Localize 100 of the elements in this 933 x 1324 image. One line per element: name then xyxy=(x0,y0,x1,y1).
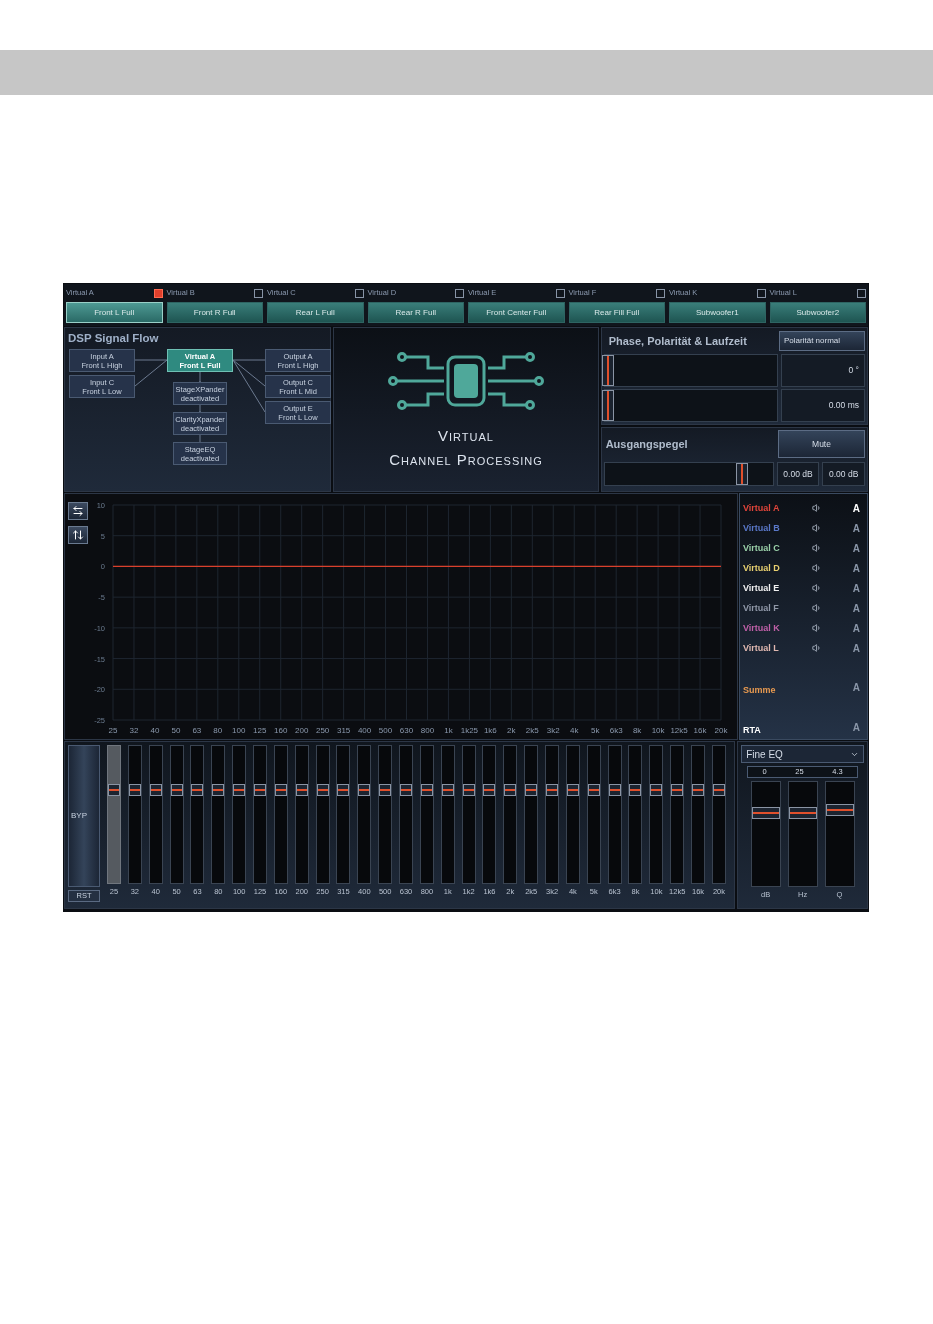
channel-tab[interactable]: Subwoofer1 xyxy=(669,302,766,323)
auto-toggle[interactable]: A xyxy=(852,580,860,596)
slider-thumb[interactable] xyxy=(602,390,615,421)
mode-dropdown[interactable]: Fine EQ xyxy=(741,745,864,763)
channel-name[interactable]: Summe xyxy=(743,684,776,695)
tick-label: 50 xyxy=(171,726,181,735)
channel-name[interactable]: Virtual F xyxy=(743,603,779,614)
channel-checkbox[interactable] xyxy=(555,288,565,298)
slider-thumb[interactable] xyxy=(128,783,141,796)
speaker-icon[interactable] xyxy=(812,543,823,554)
tick-label: 3k2 xyxy=(546,726,560,735)
channel-checkbox[interactable] xyxy=(455,288,464,298)
tick-label: 1k25 xyxy=(460,726,479,735)
slider-thumb[interactable] xyxy=(254,783,266,796)
speaker-icon[interactable] xyxy=(812,583,823,594)
value-readout: 0.00 dB xyxy=(776,462,820,486)
panel-title: Phase, Polarität & Laufzeit xyxy=(607,333,747,349)
slider-thumb[interactable] xyxy=(546,783,559,796)
slider-thumb[interactable] xyxy=(587,783,600,796)
slider-thumb[interactable] xyxy=(629,783,642,796)
auto-toggle[interactable]: A xyxy=(852,540,860,556)
slider-thumb[interactable] xyxy=(566,783,579,796)
slider-thumb[interactable] xyxy=(316,783,329,796)
tick-label: 32 xyxy=(129,726,139,735)
channel-name[interactable]: Virtual A xyxy=(743,503,780,513)
channel-tab[interactable]: Front L Full xyxy=(66,302,163,323)
slider-thumb[interactable] xyxy=(525,783,538,796)
slider-thumb[interactable] xyxy=(441,783,454,796)
mute-button[interactable]: Mute xyxy=(778,430,865,458)
channel-checkbox[interactable] xyxy=(254,288,263,298)
slider-thumb[interactable] xyxy=(337,783,350,796)
channel-tab[interactable]: Front R Full xyxy=(166,302,263,323)
auto-toggle[interactable]: A xyxy=(852,640,860,656)
speaker-icon[interactable] xyxy=(812,563,823,574)
channel-checkbox[interactable] xyxy=(857,288,866,298)
tick-label: 10k xyxy=(651,726,665,735)
auto-toggle[interactable]: A xyxy=(852,520,860,536)
slider-thumb[interactable] xyxy=(483,783,496,796)
slider-thumb[interactable] xyxy=(379,783,392,796)
horizontal-zoom-button[interactable] xyxy=(68,502,88,520)
channel-name[interactable]: Virtual L xyxy=(743,643,779,654)
speaker-icon[interactable] xyxy=(812,623,823,634)
slider-thumb[interactable] xyxy=(295,783,308,796)
tick-label: 2k xyxy=(507,726,516,735)
slider-thumb[interactable] xyxy=(420,783,433,796)
slider-thumb[interactable] xyxy=(650,783,663,796)
slider-thumb[interactable] xyxy=(149,783,162,796)
polarity-button[interactable]: Polarität normal xyxy=(779,331,865,351)
bypass-button[interactable]: BYP xyxy=(68,745,100,887)
channel-name[interactable]: Virtual D xyxy=(743,563,780,574)
slider-thumb[interactable] xyxy=(212,783,225,796)
channel-name[interactable]: Virtual C xyxy=(743,543,780,554)
slider-thumb[interactable] xyxy=(233,783,246,796)
channel-tab[interactable]: Front Center Full xyxy=(468,302,565,323)
slider-thumb[interactable] xyxy=(504,783,517,796)
slider-thumb[interactable] xyxy=(736,463,749,485)
slider-thumb[interactable] xyxy=(602,355,615,386)
slider-thumb[interactable] xyxy=(671,783,684,796)
auto-toggle[interactable]: A xyxy=(852,719,860,735)
channel-checkbox[interactable] xyxy=(354,288,364,298)
channel-name[interactable]: Virtual E xyxy=(743,583,780,594)
auto-toggle[interactable]: A xyxy=(852,600,860,616)
channel-checkbox[interactable] xyxy=(756,288,766,298)
slider-thumb[interactable] xyxy=(274,783,287,796)
slider-thumb[interactable] xyxy=(692,783,705,796)
channel-name[interactable]: Virtual B xyxy=(743,523,780,534)
channel-tab[interactable]: Rear R Full xyxy=(367,302,464,323)
speaker-icon[interactable] xyxy=(812,503,823,513)
tick-label: 125 xyxy=(253,726,267,735)
speaker-icon[interactable] xyxy=(812,603,823,614)
slider-thumb[interactable] xyxy=(170,783,183,796)
auto-toggle[interactable]: A xyxy=(852,560,860,576)
slider-thumb[interactable] xyxy=(462,783,475,796)
vertical-zoom-button[interactable] xyxy=(68,526,88,544)
auto-toggle[interactable]: A xyxy=(852,620,860,636)
slider-thumb[interactable] xyxy=(712,783,725,796)
auto-toggle[interactable]: A xyxy=(852,500,860,516)
channel-tab[interactable]: Rear L Full xyxy=(267,302,364,323)
slider-thumb[interactable] xyxy=(358,783,371,796)
slider-thumb[interactable] xyxy=(191,783,204,796)
channel-name[interactable]: RTA xyxy=(743,724,761,735)
channel-checkbox[interactable] xyxy=(153,288,163,298)
slider-thumb[interactable] xyxy=(825,804,854,817)
tick-label: 8k xyxy=(632,726,642,735)
slider-thumb[interactable] xyxy=(608,783,621,796)
channel-tab[interactable]: Subwoofer2 xyxy=(769,302,866,323)
tick-label: 160 xyxy=(274,726,288,735)
tick-label: 25 xyxy=(108,726,118,735)
slider-thumb[interactable] xyxy=(400,783,413,796)
channel-checkbox[interactable] xyxy=(656,288,665,298)
speaker-icon[interactable] xyxy=(812,643,823,654)
auto-toggle[interactable]: A xyxy=(852,679,860,695)
speaker-icon[interactable] xyxy=(812,523,823,534)
panel-title: DSP Signal Flow xyxy=(68,331,159,346)
slider-thumb[interactable] xyxy=(751,807,780,820)
left-right-arrows-icon xyxy=(72,505,84,517)
slider-thumb[interactable] xyxy=(108,783,120,796)
channel-name[interactable]: Virtual K xyxy=(743,623,780,634)
channel-tab[interactable]: Rear Fill Full xyxy=(568,302,665,323)
slider-thumb[interactable] xyxy=(788,807,817,820)
